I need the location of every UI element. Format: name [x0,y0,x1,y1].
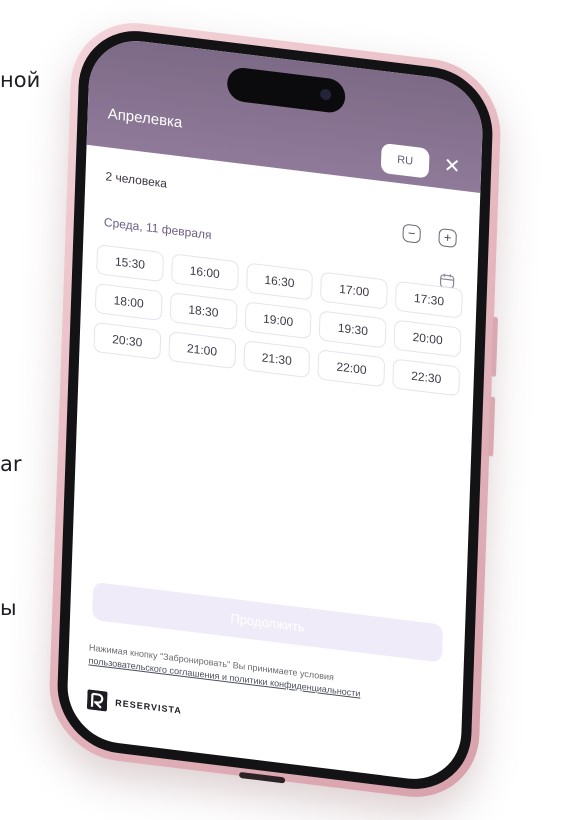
guests-count-label: 2 человека [105,169,168,191]
time-slot-button[interactable]: 16:30 [245,262,314,301]
brand-footer: RESERVISTA [86,689,183,721]
background-text-fragment-1: ной [0,68,41,92]
time-slot-button[interactable]: 15:30 [96,244,164,283]
plus-icon[interactable]: + [438,227,457,249]
phone-side-button [488,396,496,457]
time-slot-button[interactable]: 20:00 [393,319,462,358]
background-text-fragment-3: ы [0,596,17,620]
phone-mockup: Апрелевка RU ✕ 2 человека − + Среда, 11 … [47,15,503,805]
close-icon[interactable]: ✕ [441,154,464,179]
time-slot-button[interactable]: 21:30 [242,340,311,379]
time-slot-button[interactable]: 22:30 [392,358,461,397]
minus-icon[interactable]: − [402,223,421,244]
time-slot-button[interactable]: 19:30 [318,310,387,349]
reservista-logo-icon [86,689,108,712]
selected-date-label[interactable]: Среда, 11 февраля [104,215,212,242]
language-button[interactable]: RU [380,142,430,179]
time-slot-button[interactable]: 22:00 [317,349,386,388]
background-text-fragment-2: ar [0,452,22,476]
time-slot-button[interactable]: 19:00 [244,301,313,340]
phone-side-button [490,316,499,378]
time-slot-button[interactable]: 18:30 [169,292,238,331]
venue-title: Апрелевка [107,105,183,132]
time-slot-button[interactable]: 20:30 [93,321,162,360]
time-slot-button[interactable]: 17:00 [320,271,389,310]
time-slot-grid: 15:30 16:00 16:30 17:00 17:30 18:00 18:30 19:00… [93,244,463,397]
guests-stepper: − + [402,223,457,249]
time-slot-button[interactable]: 21:00 [168,331,236,370]
time-slot-button[interactable]: 18:00 [94,282,163,322]
page: ной ar ы Апрелевка RU ✕ 2 человека − + С… [0,0,563,820]
brand-name: RESERVISTA [115,697,183,716]
time-slot-button[interactable]: 16:00 [170,253,239,292]
booking-content: 2 человека − + Среда, 11 февраля 15:30 16… [66,145,480,785]
phone-screen: Апрелевка RU ✕ 2 человека − + Среда, 11 … [65,35,485,785]
